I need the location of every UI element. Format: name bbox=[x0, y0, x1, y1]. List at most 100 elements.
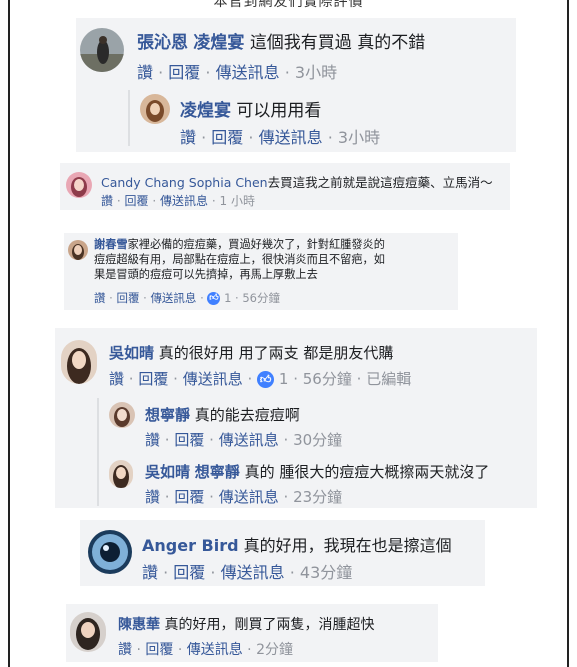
send-message-link[interactable]: 傳送訊息 bbox=[187, 642, 243, 658]
comment-actions: 讚 · 回覆 · 傳送訊息 · 👍︎ 1 · 56分鐘 · 已編輯 bbox=[109, 370, 412, 388]
like-count[interactable]: 1 bbox=[224, 291, 231, 305]
like-link[interactable]: 讚 bbox=[145, 431, 160, 449]
reply-link[interactable]: 回覆 bbox=[168, 63, 200, 82]
send-message-link[interactable]: 傳送訊息 bbox=[183, 370, 243, 388]
avatar[interactable] bbox=[68, 240, 88, 260]
timestamp[interactable]: 3小時 bbox=[295, 63, 337, 82]
like-link[interactable]: 讚 bbox=[145, 488, 160, 506]
commenter-name[interactable]: 想寧靜 bbox=[145, 406, 190, 424]
reply-indent-bar bbox=[128, 90, 130, 146]
tagged-user[interactable]: Sophia Chen bbox=[189, 175, 268, 190]
tagged-user[interactable]: 凌煌宴 bbox=[193, 33, 244, 53]
comment-thread-3: 謝春雪家裡必備的痘痘藥，買過好幾次了，針對紅腫發炎的 痘痘超級有用，局部點在痘痘… bbox=[64, 233, 458, 310]
like-link[interactable]: 讚 bbox=[94, 291, 106, 305]
timestamp[interactable]: 30分鐘 bbox=[293, 431, 342, 449]
comment-text: 真的好用，剛買了兩隻，消腫超快 bbox=[164, 617, 375, 633]
reply-link[interactable]: 回覆 bbox=[174, 488, 204, 506]
comment-line: 吳如晴 真的很好用 用了兩支 都是朋友代購 bbox=[109, 342, 393, 363]
send-message-link[interactable]: 傳送訊息 bbox=[160, 194, 208, 208]
avatar[interactable] bbox=[80, 28, 124, 72]
reply-link[interactable]: 回覆 bbox=[125, 194, 149, 208]
timestamp[interactable]: 2分鐘 bbox=[256, 642, 293, 658]
reply-link[interactable]: 回覆 bbox=[116, 291, 139, 305]
like-link[interactable]: 讚 bbox=[180, 128, 196, 147]
timestamp[interactable]: 3小時 bbox=[338, 128, 380, 147]
reply-indent-bar bbox=[97, 398, 99, 506]
commenter-name[interactable]: 吳如晴 bbox=[109, 344, 154, 362]
avatar[interactable] bbox=[140, 94, 170, 124]
reply-link[interactable]: 回覆 bbox=[145, 642, 173, 658]
comment-line: 吳如晴 想寧靜 真的 腫很大的痘痘大概擦兩天就沒了 bbox=[145, 461, 489, 482]
comment-actions: 讚 · 回覆 · 傳送訊息 · 1 小時 bbox=[101, 194, 255, 208]
comment-actions: 讚 · 回覆 · 傳送訊息 · 23分鐘 bbox=[145, 488, 343, 506]
avatar[interactable] bbox=[109, 460, 133, 488]
commenter-name[interactable]: 陳惠華 bbox=[118, 617, 160, 633]
reply-link[interactable]: 回覆 bbox=[174, 431, 204, 449]
send-message-link[interactable]: 傳送訊息 bbox=[219, 431, 279, 449]
comment-text: 真的很好用 用了兩支 都是朋友代購 bbox=[158, 344, 394, 362]
comment-text: 真的能去痘痘啊 bbox=[194, 406, 300, 424]
comment-text: 可以用用看 bbox=[236, 101, 322, 121]
comment-thread-5: Anger Bird 真的好用，我現在也是擦這個 讚 · 回覆 · 傳送訊息 ·… bbox=[80, 520, 485, 586]
avatar[interactable] bbox=[66, 172, 92, 198]
send-message-link[interactable]: 傳送訊息 bbox=[150, 291, 196, 305]
comment-line: Anger Bird 真的好用，我現在也是擦這個 bbox=[142, 532, 452, 556]
send-message-link[interactable]: 傳送訊息 bbox=[221, 563, 285, 582]
commenter-name[interactable]: 張沁恩 bbox=[137, 33, 188, 53]
timestamp[interactable]: 23分鐘 bbox=[293, 488, 342, 506]
timestamp[interactable]: 1 小時 bbox=[220, 194, 255, 208]
thumbs-up-icon[interactable]: 👍︎ bbox=[257, 371, 275, 388]
commenter-name[interactable]: 謝春雪 bbox=[94, 238, 128, 251]
comment-line: Candy Chang Sophia Chen去買這我之前就是說這痘痘藥、立馬消… bbox=[101, 172, 493, 191]
comment-text-line: 果是冒頭的痘痘可以先擠掉，再馬上厚敷上去 bbox=[94, 268, 318, 281]
send-message-link[interactable]: 傳送訊息 bbox=[219, 488, 279, 506]
commenter-name[interactable]: Candy Chang bbox=[101, 175, 185, 190]
comment-thread-4: 吳如晴 真的很好用 用了兩支 都是朋友代購 讚 · 回覆 · 傳送訊息 · 👍︎… bbox=[55, 328, 537, 508]
send-message-link[interactable]: 傳送訊息 bbox=[216, 63, 280, 82]
like-link[interactable]: 讚 bbox=[101, 194, 113, 208]
reply-link[interactable]: 回覆 bbox=[173, 563, 205, 582]
comment-text: 這個我有買過 真的不錯 bbox=[249, 33, 426, 53]
avatar[interactable] bbox=[88, 530, 132, 574]
comment-actions: 讚 · 回覆 · 傳送訊息 · 3小時 bbox=[137, 63, 338, 82]
like-link[interactable]: 讚 bbox=[109, 370, 124, 388]
comment-text: 去買這我之前就是說這痘痘藥、立馬消～ bbox=[267, 175, 493, 190]
send-message-link[interactable]: 傳送訊息 bbox=[259, 128, 323, 147]
comment-line: 張沁恩 凌煌宴 這個我有買過 真的不錯 bbox=[137, 28, 425, 53]
avatar[interactable] bbox=[61, 340, 97, 384]
timestamp[interactable]: 43分鐘 bbox=[300, 563, 352, 582]
reply-link[interactable]: 回覆 bbox=[138, 370, 168, 388]
comment-text-line: 痘痘超級有用，局部點在痘痘上，很快消炎而且不留疤，如 bbox=[94, 253, 385, 266]
timestamp[interactable]: 56分鐘 bbox=[242, 291, 280, 305]
comment-thread-2: Candy Chang Sophia Chen去買這我之前就是說這痘痘藥、立馬消… bbox=[60, 163, 510, 210]
comment-thread-6: 陳惠華 真的好用，剛買了兩隻，消腫超快 讚 · 回覆 · 傳送訊息 · 2分鐘 bbox=[66, 604, 438, 662]
comment-line: 陳惠華 真的好用，剛買了兩隻，消腫超快 bbox=[118, 614, 374, 634]
comment-line: 想寧靜 真的能去痘痘啊 bbox=[145, 404, 300, 425]
comment-actions: 讚 · 回覆 · 傳送訊息 · 2分鐘 bbox=[118, 642, 293, 658]
edited-label: 已編輯 bbox=[366, 370, 412, 388]
comment-text: 真的 腫很大的痘痘大概擦兩天就沒了 bbox=[244, 463, 490, 481]
comment-text-line: 家裡必備的痘痘藥，買過好幾次了，針對紅腫發炎的 bbox=[127, 238, 385, 251]
comment-line: 凌煌宴 可以用用看 bbox=[180, 96, 321, 121]
commenter-name[interactable]: 凌煌宴 bbox=[180, 101, 231, 121]
comment-actions: 讚 · 回覆 · 傳送訊息 · 3小時 bbox=[180, 128, 381, 147]
frame-border-left bbox=[8, 0, 10, 667]
like-link[interactable]: 讚 bbox=[142, 563, 158, 582]
frame-border-right bbox=[567, 0, 569, 667]
like-link[interactable]: 讚 bbox=[137, 63, 153, 82]
like-count[interactable]: 1 bbox=[279, 370, 289, 388]
timestamp[interactable]: 56分鐘 bbox=[303, 370, 352, 388]
comment-thread-1: 張沁恩 凌煌宴 這個我有買過 真的不錯 讚 · 回覆 · 傳送訊息 · 3小時 … bbox=[76, 18, 516, 152]
commenter-name[interactable]: 吳如晴 bbox=[145, 463, 190, 481]
reply-link[interactable]: 回覆 bbox=[211, 128, 243, 147]
like-link[interactable]: 讚 bbox=[118, 642, 132, 658]
comment-actions: 讚 · 回覆 · 傳送訊息 · 👍︎ 1 · 56分鐘 bbox=[94, 291, 280, 305]
comment-line: 謝春雪家裡必備的痘痘藥，買過好幾次了，針對紅腫發炎的 痘痘超級有用，局部點在痘痘… bbox=[94, 237, 385, 282]
avatar[interactable] bbox=[70, 612, 106, 652]
thumbs-up-icon[interactable]: 👍︎ bbox=[207, 292, 221, 305]
avatar[interactable] bbox=[109, 402, 135, 428]
comment-actions: 讚 · 回覆 · 傳送訊息 · 43分鐘 bbox=[142, 563, 353, 582]
comment-actions: 讚 · 回覆 · 傳送訊息 · 30分鐘 bbox=[145, 431, 343, 449]
tagged-user[interactable]: 想寧靜 bbox=[195, 463, 240, 481]
commenter-name[interactable]: Anger Bird bbox=[142, 536, 239, 555]
